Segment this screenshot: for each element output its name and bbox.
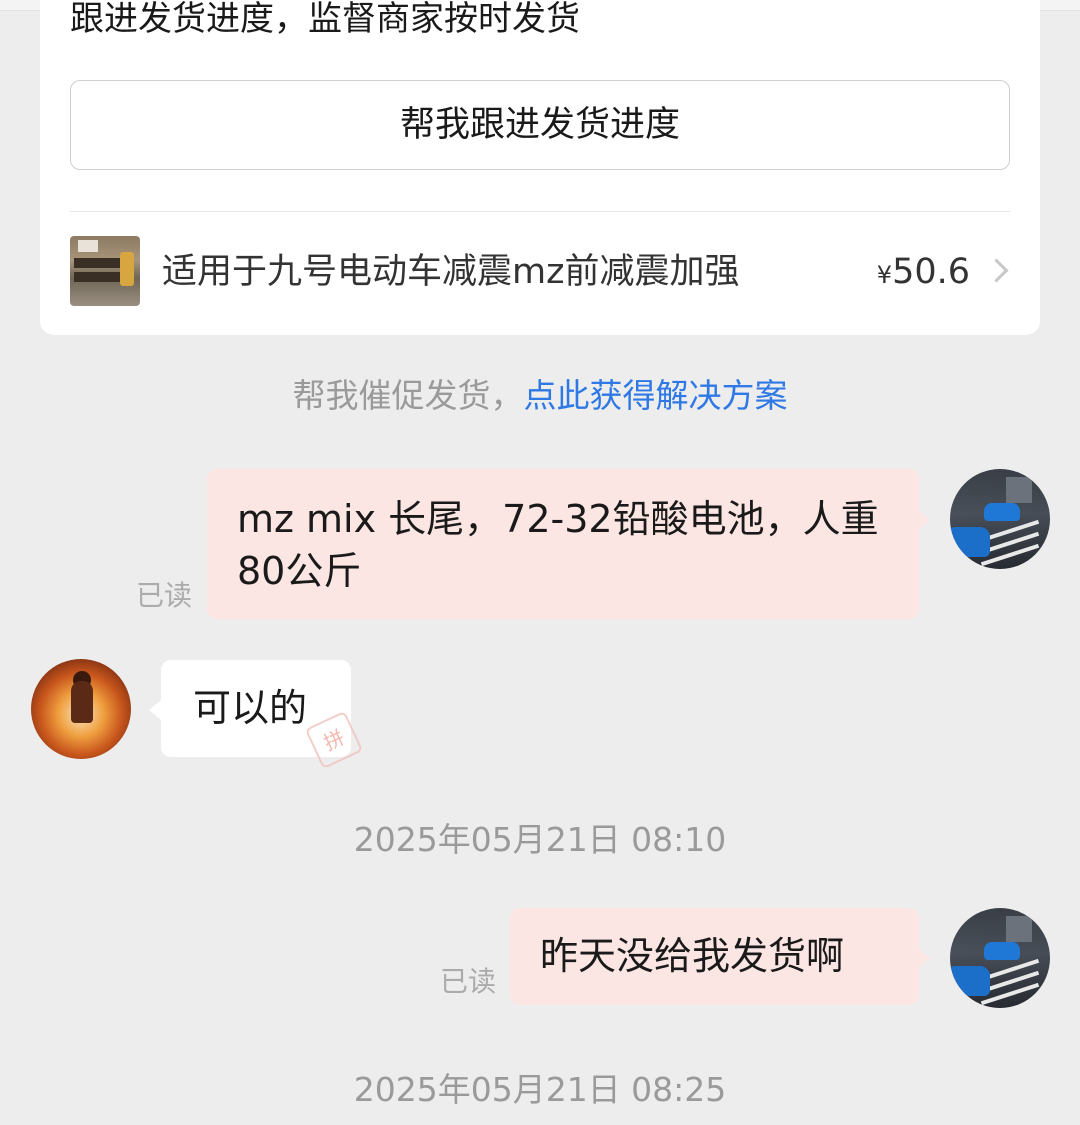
product-price: ¥50.6 [860, 236, 970, 308]
my-avatar[interactable] [950, 908, 1050, 1008]
currency-symbol: ¥ [876, 261, 893, 289]
follow-shipping-button[interactable]: 帮我跟进发货进度 [70, 80, 1010, 170]
order-card: 跟进发货进度，监督商家按时发货 帮我跟进发货进度 适用于九号电动车减震mz前减震… [40, 0, 1040, 335]
read-status: 已读 [136, 579, 193, 612]
bubble-tail [149, 700, 161, 720]
hint-line: 帮我催促发货，点此获得解决方案 [0, 372, 1080, 420]
price-value: 50.6 [892, 252, 970, 292]
bubble-tail [918, 948, 930, 968]
hint-text: 帮我催促发货， [292, 376, 524, 415]
card-description: 跟进发货进度，监督商家按时发货 [70, 0, 580, 39]
solution-link[interactable]: 点此获得解决方案 [524, 376, 788, 415]
card-divider [70, 211, 1010, 212]
message-timestamp: 2025年05月21日 08:10 [353, 820, 727, 859]
message-bubble-outgoing[interactable]: 昨天没给我发货啊 [510, 908, 919, 1005]
bubble-tail [918, 510, 930, 530]
message-bubble-outgoing[interactable]: mz mix 长尾，72-32铅酸电池，人重80公斤 [207, 469, 919, 619]
product-row[interactable]: 适用于九号电动车减震mz前减震加强 ¥50.6 [70, 236, 1010, 308]
product-title: 适用于九号电动车减震mz前减震加强 [162, 252, 740, 292]
seller-avatar[interactable] [31, 659, 131, 759]
read-status: 已读 [440, 965, 497, 998]
my-avatar[interactable] [950, 469, 1050, 569]
message-timestamp: 2025年05月21日 08:25 [353, 1070, 727, 1109]
chevron-right-icon [984, 258, 1009, 283]
product-thumbnail [70, 236, 140, 306]
